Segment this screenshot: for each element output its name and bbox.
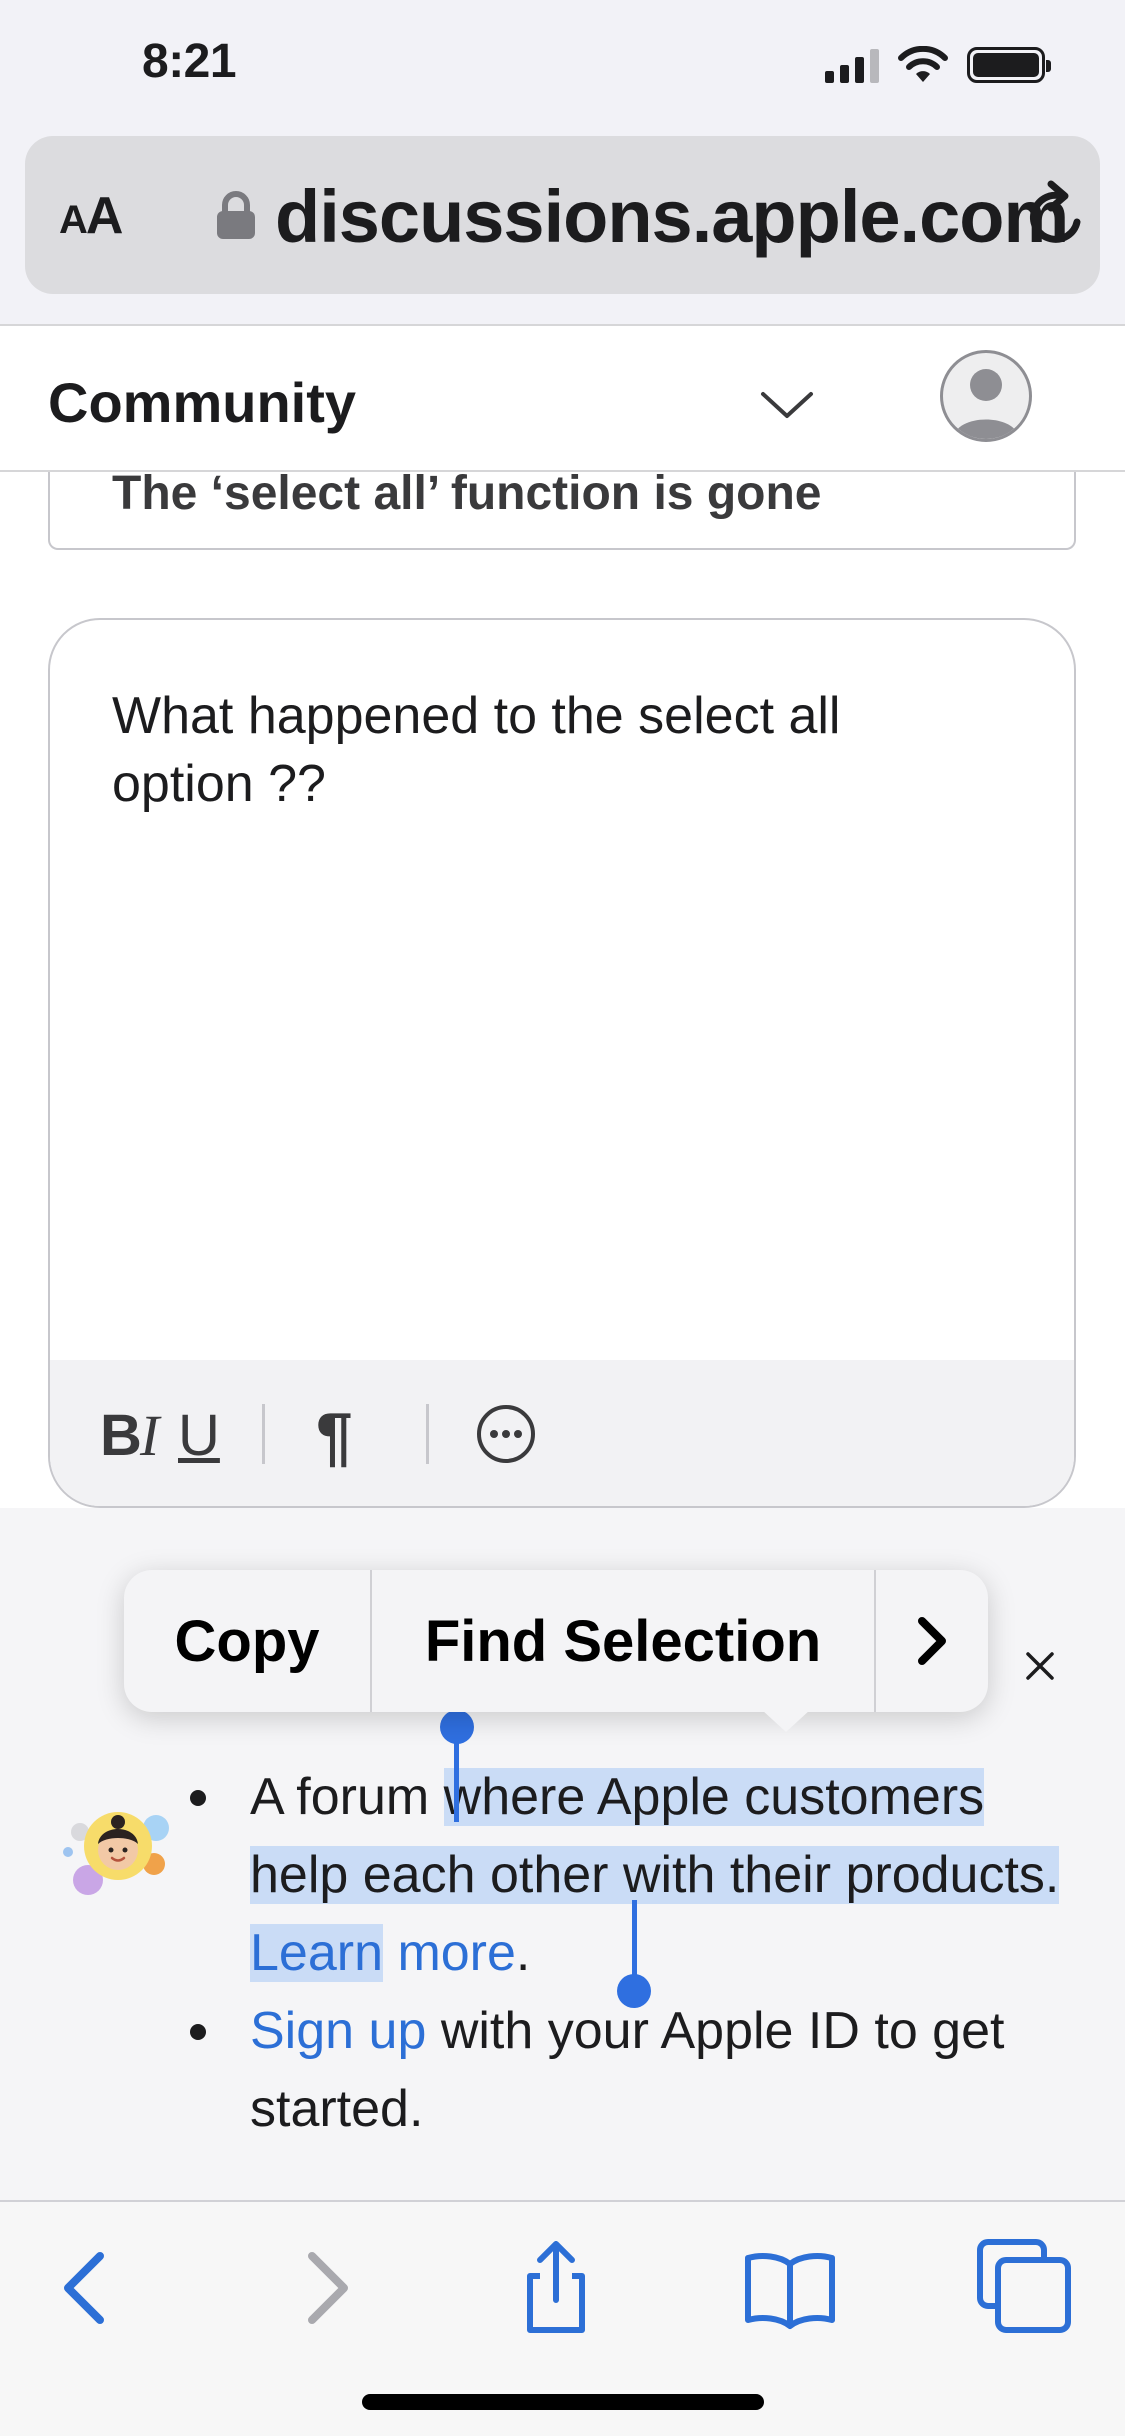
subject-value: The ‘select all’ function is gone <box>112 467 822 520</box>
close-icon[interactable] <box>1022 1648 1058 1684</box>
back-icon[interactable] <box>36 2238 136 2338</box>
learn-more-link[interactable]: Learn <box>250 1924 383 1982</box>
reader-aa-button[interactable]: AA <box>59 186 123 246</box>
message-body[interactable]: What happened to the select all option ?… <box>112 682 992 818</box>
screen: 8:21 AA discussions.apple.com Community … <box>0 0 1125 2436</box>
sign-up-link[interactable]: Sign up <box>250 2002 426 2060</box>
selection-start-caret <box>454 1730 459 1822</box>
memoji-icon <box>63 1812 169 1895</box>
underline-button[interactable]: U <box>178 1402 220 1469</box>
share-icon[interactable] <box>506 2238 606 2338</box>
editor-toolbar: B I U ¶ <box>50 1360 1074 1506</box>
forward-icon[interactable] <box>276 2238 376 2338</box>
bookmarks-icon[interactable] <box>740 2238 840 2338</box>
tabs-icon[interactable] <box>976 2238 1076 2338</box>
status-icons <box>825 46 1051 84</box>
message-editor[interactable]: What happened to the select all option ?… <box>48 618 1076 1508</box>
bold-button[interactable]: B <box>100 1402 142 1469</box>
person-icon <box>953 369 1019 439</box>
reload-icon[interactable] <box>1021 178 1091 254</box>
list-item: Sign up with your Apple ID to get starte… <box>190 1992 1090 2148</box>
selection-end-handle[interactable] <box>617 1974 651 2008</box>
lock-icon <box>217 191 255 239</box>
copy-menu-item[interactable]: Copy <box>124 1570 372 1712</box>
wifi-icon <box>898 46 948 82</box>
selection-end-caret <box>632 1900 637 1982</box>
battery-icon <box>967 47 1051 83</box>
signal-icon <box>825 47 879 83</box>
list-item: A forum where Apple customers help each … <box>190 1758 1090 1992</box>
home-indicator[interactable] <box>362 2394 764 2410</box>
banner-bullets: A forum where Apple customers help each … <box>190 1758 1090 2148</box>
chevron-right-icon <box>918 1617 946 1665</box>
community-title[interactable]: Community <box>48 370 356 435</box>
avatar-icon[interactable] <box>940 350 1032 442</box>
address-bar[interactable]: AA discussions.apple.com <box>25 136 1100 294</box>
status-time: 8:21 <box>142 35 237 88</box>
toolbar-divider <box>426 1404 429 1464</box>
community-header: Community <box>0 324 1125 472</box>
italic-button[interactable]: I <box>140 1402 159 1469</box>
next-menu-page-button[interactable] <box>876 1570 988 1712</box>
more-options-icon[interactable] <box>476 1404 536 1464</box>
status-bar: 8:21 <box>0 0 1125 132</box>
text-context-menu: Copy Find Selection <box>124 1570 988 1732</box>
find-selection-menu-item[interactable]: Find Selection <box>372 1570 876 1712</box>
url-text[interactable]: discussions.apple.com <box>275 174 1069 259</box>
toolbar-divider <box>262 1404 265 1464</box>
learn-more-link-rest[interactable]: more <box>383 1924 515 1982</box>
chevron-down-icon[interactable] <box>757 378 817 428</box>
paragraph-button[interactable]: ¶ <box>316 1398 353 1474</box>
